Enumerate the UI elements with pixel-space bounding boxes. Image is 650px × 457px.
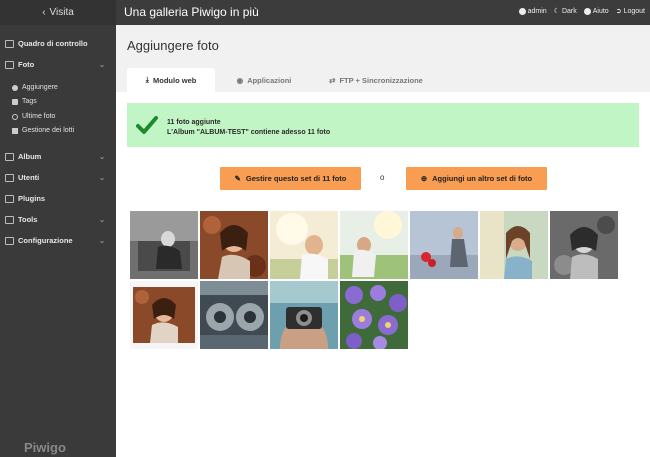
user-link[interactable]: admin (518, 7, 547, 15)
users-icon (5, 173, 14, 182)
tab-applications[interactable]: ◉ Applicazioni (222, 68, 306, 92)
sidebar-item-plugins[interactable]: Plugins (5, 194, 45, 203)
sidebar-item-label: Album (18, 152, 42, 161)
chevron-down-icon: ⌄ (99, 61, 105, 69)
user-label: admin (527, 7, 547, 15)
user-icon (518, 7, 526, 15)
exchange-icon: ⇄ (329, 75, 336, 85)
chevron-down-icon: ⌄ (99, 174, 105, 182)
success-text: 11 foto aggiunte L'Album "ALBUM-TEST" co… (167, 118, 330, 138)
tag-icon (12, 98, 18, 105)
sidebar-subitem-label: Aggiungere (22, 84, 58, 91)
tab-bar: ⤓ Modulo web ◉ Applicazioni ⇄ FTP + Sinc… (116, 68, 650, 92)
moon-icon: ☾ (553, 8, 560, 15)
sidebar-item-tools[interactable]: Tools ⌄ (5, 215, 111, 224)
or-separator: o (380, 173, 385, 182)
photo-thumbnail[interactable] (130, 211, 198, 279)
gear-icon (5, 236, 14, 245)
sidebar-item-label: Utenti (18, 173, 40, 182)
top-bar: ‹ Visita Una galleria Piwigo in più admi… (0, 0, 650, 25)
plus-circle-icon: ⊕ (420, 174, 428, 183)
puzzle-icon (5, 194, 14, 203)
tab-ftp-sync[interactable]: ⇄ FTP + Sincronizzazione (316, 68, 436, 92)
sidebar-item-photos[interactable]: Foto ⌄ (5, 60, 111, 69)
sidebar-item-users[interactable]: Utenti ⌄ (5, 173, 111, 182)
sidebar-subitem-label: Tags (22, 98, 37, 105)
photo-thumbnail[interactable] (340, 281, 408, 349)
success-message: 11 foto aggiunte L'Album "ALBUM-TEST" co… (127, 103, 639, 147)
app-icon: ◉ (236, 75, 244, 85)
user-menu: admin ☾ Dark Aiuto ➲ Logout (518, 7, 645, 16)
sidebar-subitem-add[interactable]: Aggiungere (12, 84, 58, 91)
visit-link[interactable]: ‹ Visita (0, 0, 116, 25)
success-line-2: L'Album "ALBUM-TEST" contiene adesso 11 … (167, 129, 331, 136)
sidebar-item-label: Tools (18, 215, 38, 224)
piwigo-logo: Piwigo (24, 440, 66, 455)
sidebar-item-label: Foto (18, 60, 35, 69)
chevron-down-icon: ⌄ (99, 216, 105, 224)
add-another-set-label: Aggiungi un altro set di foto (432, 174, 533, 183)
manage-set-label: Gestire questo set di 11 foto (245, 174, 347, 183)
sidebar-subitem-label: Gestione dei lotti (22, 127, 75, 134)
help-icon (583, 7, 591, 15)
clock-icon (12, 113, 18, 120)
photo-thumbnail[interactable] (200, 281, 268, 349)
monitor-icon (5, 39, 14, 48)
sidebar-subitem-label: Ultime foto (22, 113, 56, 120)
tab-label: Applicazioni (247, 75, 292, 85)
manage-set-button[interactable]: ✎ Gestire questo set di 11 foto (220, 167, 361, 190)
help-label: Aiuto (592, 7, 609, 15)
photo-thumbnail[interactable] (550, 211, 618, 279)
photo-thumbnail[interactable] (270, 281, 338, 349)
photo-thumbnail[interactable] (410, 211, 478, 279)
grid-icon (12, 127, 18, 134)
photo-thumbnail[interactable] (340, 211, 408, 279)
sidebar-subitem-recent[interactable]: Ultime foto (12, 113, 55, 120)
logout-label: Logout (623, 7, 645, 15)
help-link[interactable]: Aiuto (583, 7, 609, 15)
sidebar-item-dashboard[interactable]: Quadro di controllo (5, 39, 88, 48)
theme-toggle[interactable]: ☾ Dark (553, 7, 577, 16)
pencil-icon: ✎ (234, 174, 241, 183)
photo-thumbnail[interactable] (200, 211, 268, 279)
sidebar: Quadro di controllo Foto ⌄ Aggiungere Ta… (0, 25, 116, 457)
visit-label: Visita (49, 7, 74, 18)
wrench-icon (5, 215, 14, 224)
upload-icon: ⤓ (145, 75, 149, 84)
check-icon (136, 116, 158, 134)
tab-label: FTP + Sincronizzazione (339, 75, 423, 85)
photo-thumbnail[interactable] (480, 211, 548, 279)
page-title: Aggiungere foto (127, 38, 219, 53)
sidebar-item-label: Plugins (18, 194, 46, 203)
sidebar-subitem-tags[interactable]: Tags (12, 98, 37, 105)
chevron-down-icon: ⌄ (99, 153, 105, 161)
theme-label: Dark (561, 7, 577, 15)
logout-icon: ➲ (615, 8, 622, 15)
chevron-down-icon: ⌄ (99, 237, 105, 245)
plus-circle-icon (12, 84, 18, 91)
tab-web-form[interactable]: ⤓ Modulo web (127, 68, 215, 92)
success-line-1: 11 foto aggiunte (167, 119, 221, 126)
sidebar-subitem-batch[interactable]: Gestione dei lotti (12, 127, 74, 134)
gallery-title[interactable]: Una galleria Piwigo in più (124, 5, 259, 19)
tab-label: Modulo web (153, 75, 197, 85)
sidebar-item-label: Configurazione (18, 236, 73, 245)
sidebar-item-label: Quadro di controllo (18, 39, 88, 48)
image-icon (5, 60, 14, 69)
sidebar-item-configuration[interactable]: Configurazione ⌄ (5, 236, 111, 245)
sidebar-item-album[interactable]: Album ⌄ (5, 152, 111, 161)
add-another-set-button[interactable]: ⊕ Aggiungi un altro set di foto (406, 167, 547, 190)
logout-link[interactable]: ➲ Logout (615, 7, 645, 16)
chevron-left-icon: ‹ (42, 7, 46, 18)
photo-thumbnail[interactable] (270, 211, 338, 279)
photo-thumbnail[interactable] (130, 281, 198, 349)
album-icon (5, 152, 14, 161)
